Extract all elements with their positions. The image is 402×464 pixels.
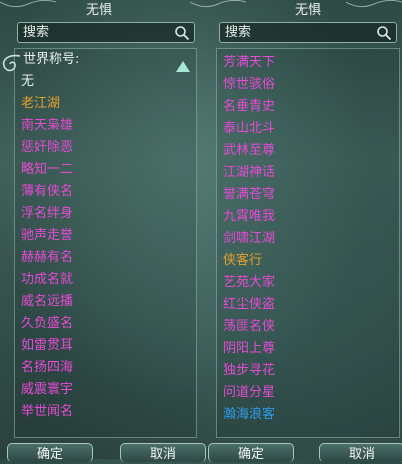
search-icon[interactable] <box>376 25 392 41</box>
title-list-item[interactable]: 独步寻花 <box>217 360 399 382</box>
title-list-item[interactable]: 剑啸江湖 <box>217 228 399 250</box>
title-list-item[interactable]: 惊世骇俗 <box>217 74 399 96</box>
title-list-item[interactable]: 惩奸除恶 <box>15 137 196 159</box>
title-list-item[interactable]: 泰山北斗 <box>217 118 399 140</box>
right-title-panel: 无惧 芳满天下惊世骇俗名垂青史泰山北斗武林至尊江湖神话誉满苍穹九霄唯我剑啸江湖侠… <box>208 0 402 462</box>
title-list[interactable]: 芳满天下 惊世骇俗 名垂青史 泰山北斗 武林至尊 江湖神话 誉满苍穹 九霄唯我 剑啸江湖 侠客行艺… <box>216 48 400 438</box>
title-list-item[interactable]: 老江湖 <box>15 93 196 115</box>
title-list-item[interactable]: 瀚海浪客 <box>217 404 399 426</box>
title-list-item[interactable]: 阴阳上尊 <box>217 338 399 360</box>
confirm-button[interactable]: 确定 <box>7 443 93 462</box>
title-list[interactable]: 世界称号: 无老江湖 南天枭雄 惩奸除恶 略知一二 薄有侠名 浮名绊身 驰声走誉 赫赫有名 功成… <box>14 48 197 438</box>
title-list-item[interactable]: 威震寰宇 <box>15 379 196 401</box>
title-list-items: 芳满天下 惊世骇俗 名垂青史 泰山北斗 武林至尊 江湖神话 誉满苍穹 九霄唯我 剑啸江湖 侠客行艺… <box>217 52 399 426</box>
scroll-up-arrow-icon[interactable] <box>176 61 190 72</box>
title-list-item[interactable]: 如雷贯耳 <box>15 335 196 357</box>
title-list-item[interactable]: 艺苑大家 <box>217 272 399 294</box>
left-title-panel: 无惧 世界称号: 无老江湖南天枭雄惩奸除恶略知一二薄有侠名浮名绊身驰声走誉赫赫有… <box>0 0 206 462</box>
confirm-button[interactable]: 确定 <box>208 443 294 462</box>
list-header: 世界称号: <box>15 49 196 71</box>
title-list-item[interactable]: 驰声走誉 <box>15 225 196 247</box>
title-list-item[interactable]: 问道分星 <box>217 382 399 404</box>
title-list-item[interactable]: 威名远播 <box>15 291 196 313</box>
title-list-item[interactable]: 薄有侠名 <box>15 181 196 203</box>
search-input[interactable] <box>225 23 365 42</box>
title-list-item[interactable]: 红尘侠盗 <box>217 294 399 316</box>
title-list-item[interactable]: 誉满苍穹 <box>217 184 399 206</box>
title-list-item[interactable]: 名垂青史 <box>217 96 399 118</box>
title-list-items: 世界称号: 无老江湖 南天枭雄 惩奸除恶 略知一二 薄有侠名 浮名绊身 驰声走誉 赫赫有名 功成… <box>15 49 196 423</box>
swirl-ornament-icon <box>2 54 21 72</box>
title-list-item[interactable]: 浮名绊身 <box>15 203 196 225</box>
panel-title: 无惧 <box>294 3 321 18</box>
search-box[interactable] <box>219 22 397 43</box>
title-list-item[interactable]: 名扬四海 <box>15 357 196 379</box>
title-list-item[interactable]: 功成名就 <box>15 269 196 291</box>
title-list-item[interactable]: 无 <box>15 71 196 93</box>
title-list-item[interactable]: 赫赫有名 <box>15 247 196 269</box>
world-title-label: 世界称号: <box>23 52 80 67</box>
search-box[interactable] <box>17 22 195 43</box>
title-list-item[interactable]: 南天枭雄 <box>15 115 196 137</box>
title-list-item[interactable]: 略知一二 <box>15 159 196 181</box>
title-list-item[interactable]: 九霄唯我 <box>217 206 399 228</box>
title-list-item[interactable]: 举世闻名 <box>15 401 196 423</box>
title-list-item[interactable]: 久负盛名 <box>15 313 196 335</box>
title-list-item[interactable]: 江湖神话 <box>217 162 399 184</box>
title-list-item[interactable]: 芳满天下 <box>217 52 399 74</box>
panel-title: 无惧 <box>85 3 112 18</box>
search-input[interactable] <box>23 23 163 42</box>
search-icon[interactable] <box>174 25 190 41</box>
title-list-item[interactable]: 武林至尊 <box>217 140 399 162</box>
cancel-button[interactable]: 取消 <box>319 443 402 462</box>
title-list-item[interactable]: 荡匪名侠 <box>217 316 399 338</box>
title-list-item[interactable]: 侠客行 <box>217 250 399 272</box>
cancel-button[interactable]: 取消 <box>120 443 206 462</box>
